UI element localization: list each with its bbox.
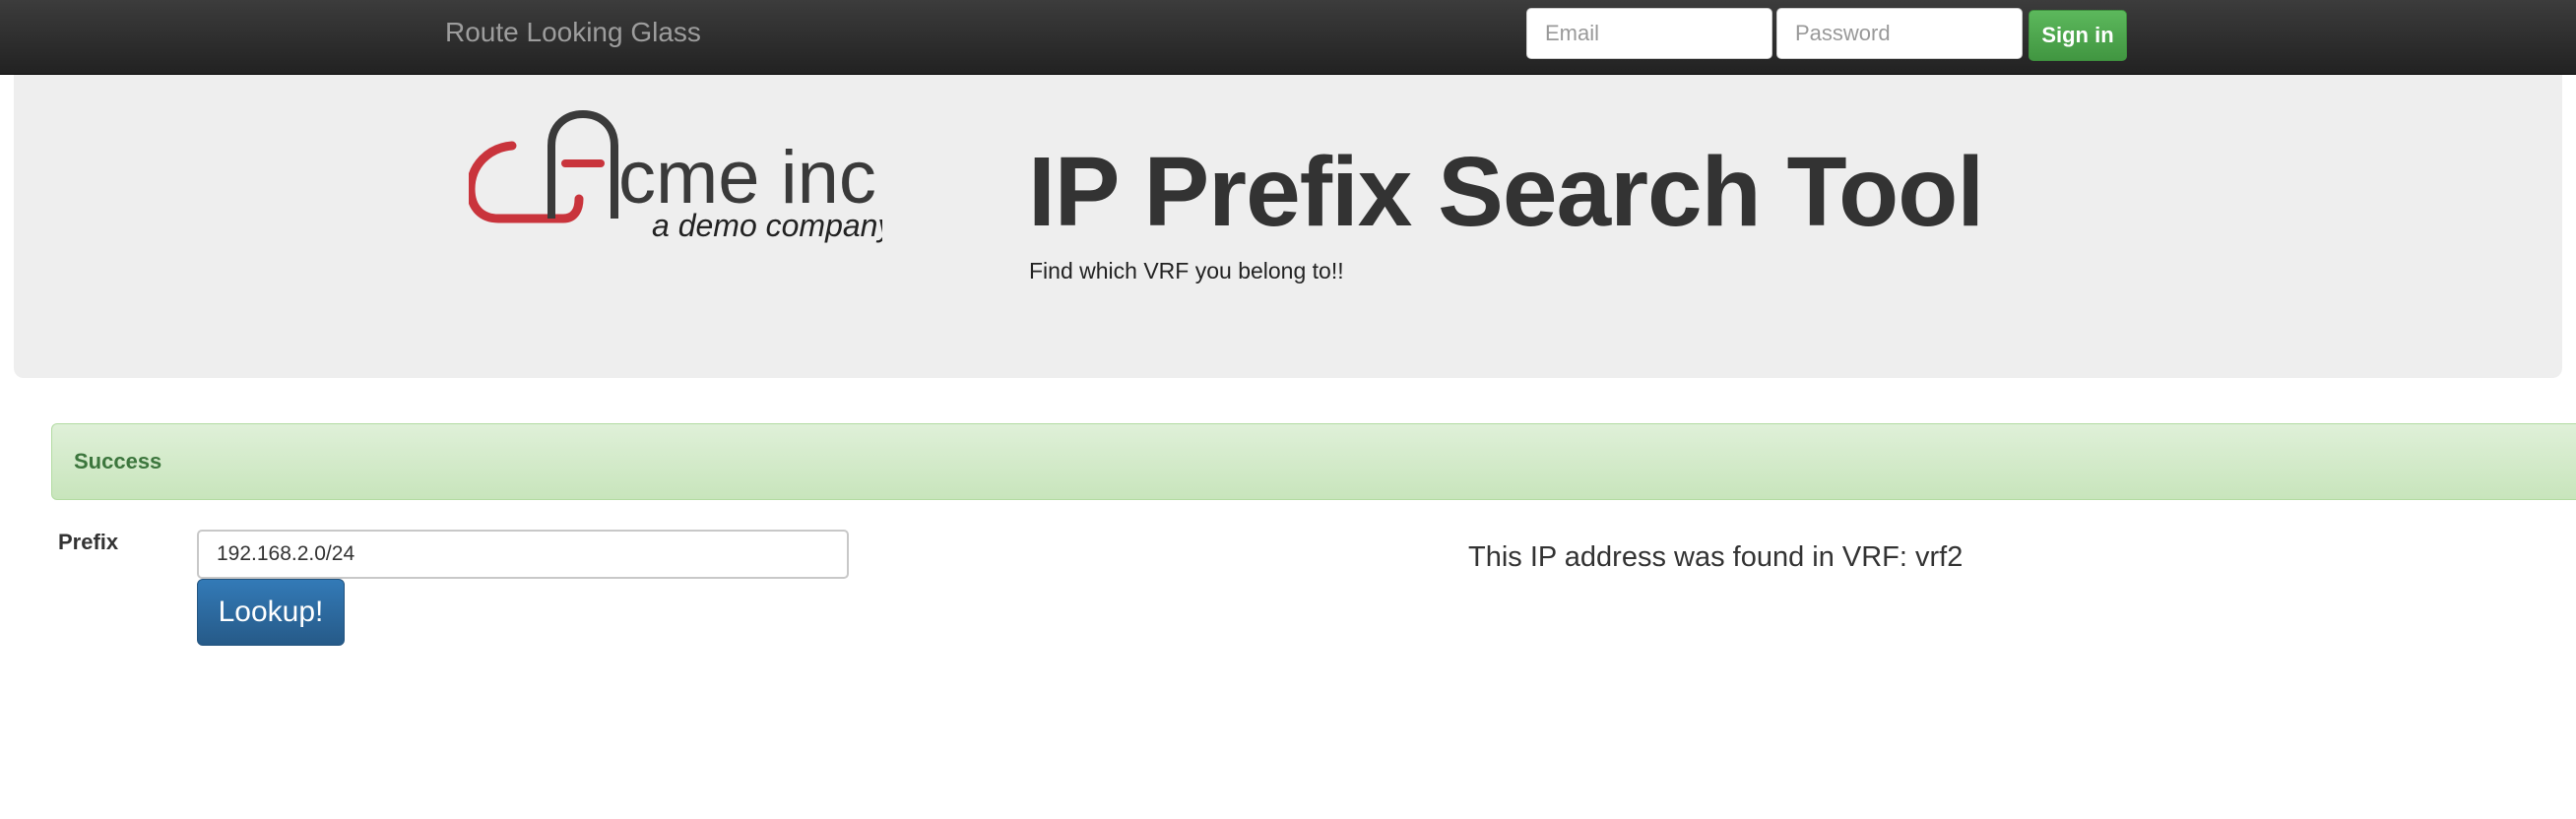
lookup-button[interactable]: Lookup! [197,579,345,646]
success-alert: Success [51,423,2576,500]
prefix-label: Prefix [58,530,119,554]
result-message: This IP address was found in VRF: vrf2 [1468,541,1964,573]
prefix-input[interactable] [197,530,849,579]
page-title: IP Prefix Search Tool [1028,137,1984,247]
email-input[interactable] [1526,8,1772,59]
acme-logo-icon: cme inc. a demo company [469,110,882,243]
alert-text: Success [74,449,162,473]
password-input[interactable] [1776,8,2023,59]
brand-link[interactable]: Route Looking Glass [445,16,701,49]
sign-in-button[interactable]: Sign in [2029,10,2127,61]
navbar: Route Looking Glass Sign in [0,0,2576,75]
page-subtitle: Find which VRF you belong to!! [1029,258,1344,284]
logo-tagline: a demo company [652,208,882,243]
